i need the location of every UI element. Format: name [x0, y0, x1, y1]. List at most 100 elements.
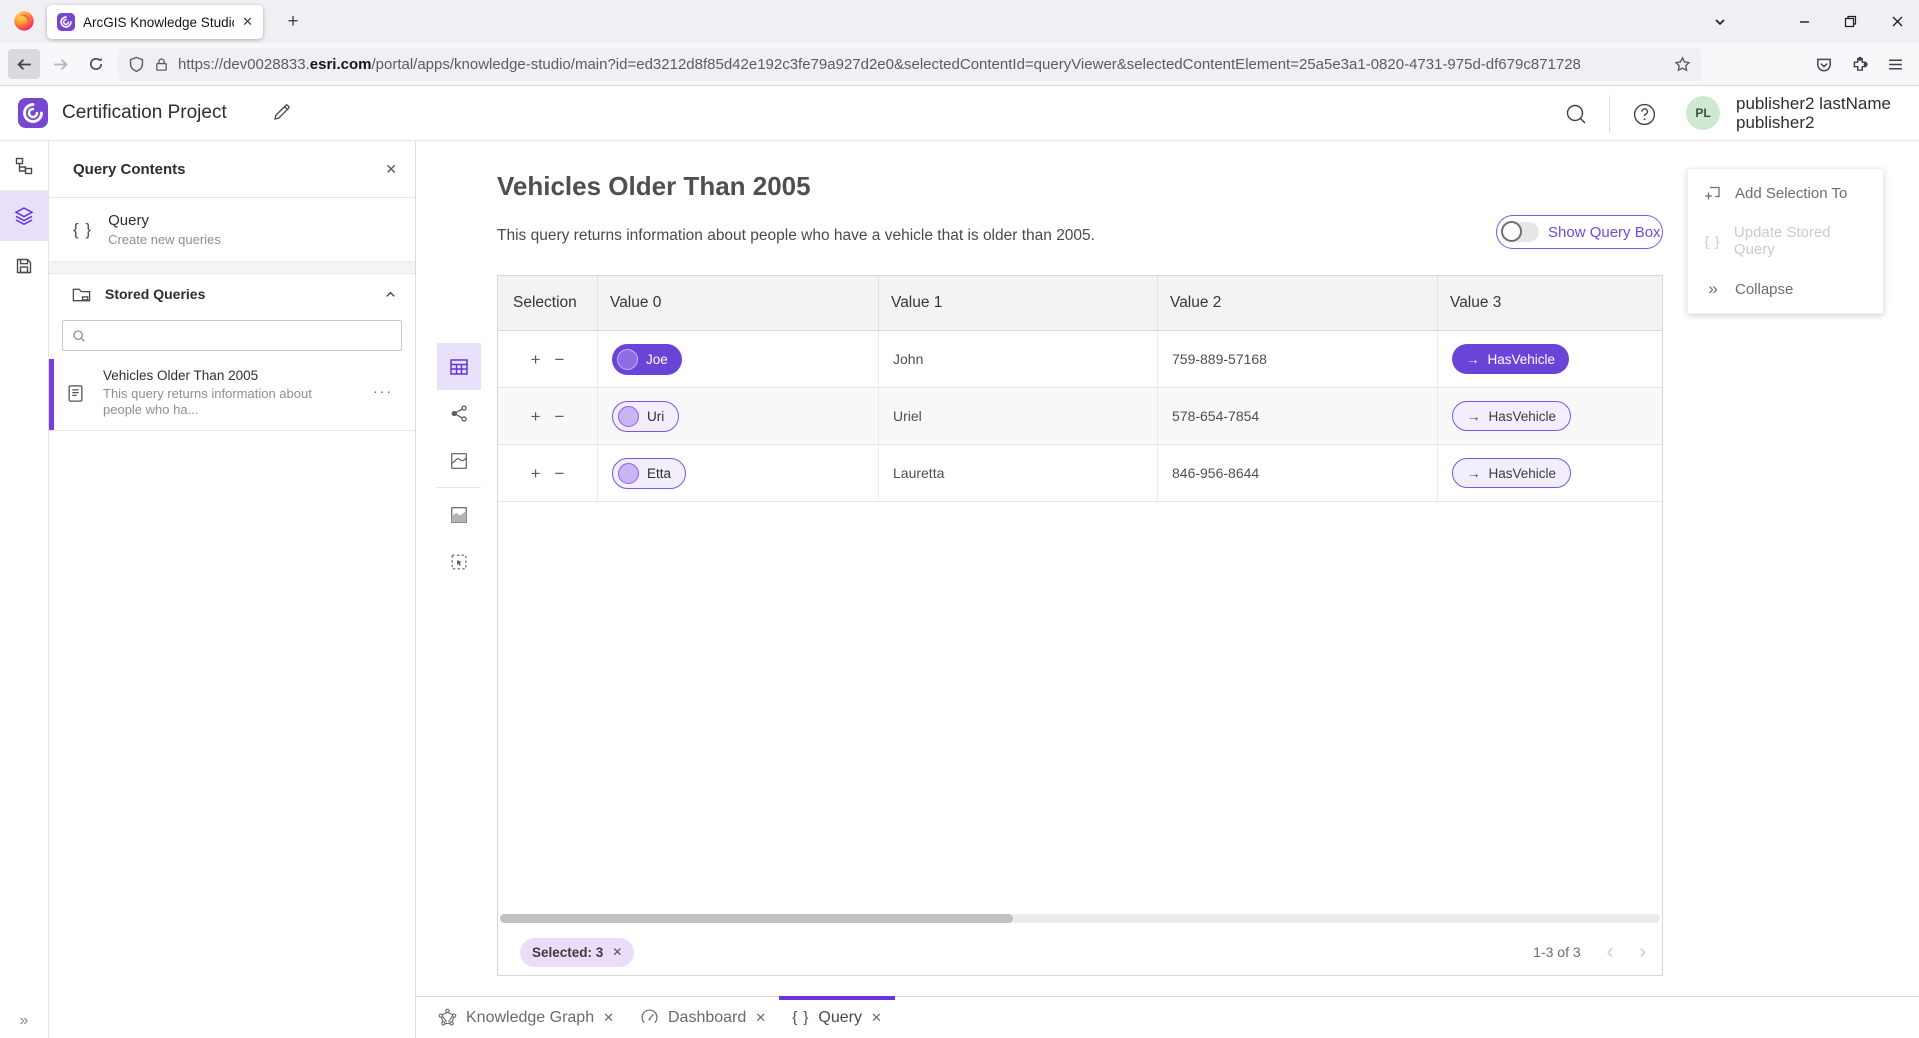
user-name[interactable]: publisher2 lastName publisher2 [1736, 94, 1891, 132]
column-header-value0[interactable]: Value 0 [598, 276, 879, 330]
toggle-track[interactable] [1502, 222, 1539, 242]
entity-cell: Joe [598, 331, 879, 387]
entity-pill[interactable]: Etta [612, 458, 686, 489]
link-chart-view-button[interactable] [437, 390, 481, 437]
scrollbar-thumb[interactable] [500, 914, 1013, 923]
column-header-selection[interactable]: Selection [498, 276, 598, 330]
reload-button[interactable] [80, 49, 112, 79]
remove-selection-icon[interactable]: − [555, 465, 565, 482]
help-icon[interactable] [1631, 101, 1657, 127]
selection-cell: + − [498, 331, 598, 387]
app-header: Certification Project PL publisher2 last… [0, 86, 1919, 141]
stored-queries-search[interactable] [62, 320, 402, 351]
column-header-value2[interactable]: Value 2 [1158, 276, 1438, 330]
window-restore-button[interactable] [1835, 9, 1865, 34]
content-tab-bar: Knowledge Graph ✕ Dashboard ✕ { } Query … [416, 996, 1919, 1038]
user-avatar[interactable]: PL [1686, 96, 1720, 130]
shield-icon[interactable] [128, 56, 145, 73]
menu-item-add-selection-to[interactable]: Add Selection To [1688, 169, 1883, 217]
bookmark-star-icon[interactable] [1674, 56, 1691, 73]
add-selection-icon[interactable]: + [531, 465, 541, 482]
clear-selection-icon[interactable]: ✕ [612, 945, 622, 959]
selected-count-label: Selected: 3 [532, 945, 603, 960]
chevron-up-icon[interactable] [384, 288, 397, 301]
stored-queries-header[interactable]: Stored Queries [49, 274, 415, 314]
query-list-item[interactable]: { } Query Create new queries [49, 198, 415, 262]
stored-query-item[interactable]: Vehicles Older Than 2005 This query retu… [49, 359, 415, 431]
entity-pill[interactable]: Uri [612, 401, 679, 432]
table-row[interactable]: + − Uri Uriel 578-654-7854 → HasVehicle [498, 388, 1662, 445]
panel-title: Query Contents [73, 161, 385, 178]
pocket-icon[interactable] [1810, 51, 1837, 78]
remove-selection-icon[interactable]: − [555, 351, 565, 368]
show-query-box-toggle[interactable]: Show Query Box [1496, 215, 1663, 249]
rail-item-contents[interactable] [0, 191, 48, 241]
new-tab-button[interactable]: + [280, 9, 306, 35]
tab-close-icon[interactable]: ✕ [871, 1010, 882, 1026]
edit-title-pencil-icon[interactable] [272, 103, 291, 122]
tab-knowledge-graph[interactable]: Knowledge Graph ✕ [425, 997, 627, 1038]
toggle-knob[interactable] [1501, 221, 1522, 242]
tab-query[interactable]: { } Query ✕ [779, 997, 895, 1038]
back-button[interactable] [8, 49, 40, 79]
remove-selection-icon[interactable]: − [555, 408, 565, 425]
forward-button[interactable] [44, 49, 76, 79]
rail-item-save[interactable] [0, 241, 48, 291]
expand-rail-chevrons[interactable]: » [0, 1012, 48, 1030]
url-text[interactable]: https://dev0028833.esri.com/portal/apps/… [178, 56, 1665, 73]
relationship-pill[interactable]: → HasVehicle [1452, 458, 1571, 488]
add-selection-icon[interactable]: + [531, 351, 541, 368]
table-row[interactable]: + − Joe John 759-889-57168 → HasVehicle [498, 331, 1662, 388]
tab-dashboard[interactable]: Dashboard ✕ [627, 997, 779, 1038]
extensions-puzzle-icon[interactable] [1846, 51, 1873, 78]
tab-close-icon[interactable]: ✕ [242, 14, 253, 30]
menu-item-update-stored-query[interactable]: { } Update Stored Query [1688, 217, 1883, 265]
add-to-map-button[interactable] [437, 491, 481, 538]
stored-query-options-icon[interactable]: ··· [373, 383, 393, 399]
selection-cell: + − [498, 445, 598, 501]
name-cell: Uriel [879, 388, 1158, 444]
query-contents-panel: Query Contents ✕ { } Query Create new qu… [49, 141, 416, 1038]
next-page-icon[interactable]: › [1639, 942, 1646, 962]
rail-item-data-model[interactable] [0, 141, 48, 191]
add-selection-icon[interactable]: + [531, 408, 541, 425]
relationship-pill[interactable]: → HasVehicle [1452, 401, 1571, 431]
arrow-right-icon: → [1467, 409, 1481, 424]
map-view-button[interactable] [437, 437, 481, 484]
tab-label: Knowledge Graph [466, 1009, 594, 1027]
entity-label: Uri [647, 409, 664, 424]
tab-close-icon[interactable]: ✕ [755, 1010, 766, 1026]
entity-dot-icon [618, 463, 639, 484]
tab-close-icon[interactable]: ✕ [603, 1010, 614, 1026]
horizontal-scrollbar[interactable] [500, 914, 1660, 923]
column-header-value1[interactable]: Value 1 [879, 276, 1158, 330]
entity-dot-icon [618, 406, 639, 427]
search-icon[interactable] [1563, 101, 1589, 127]
panel-close-icon[interactable]: ✕ [385, 161, 397, 178]
window-minimize-button[interactable] [1789, 9, 1819, 34]
entity-label: Joe [646, 352, 668, 367]
table-footer: Selected: 3 ✕ 1-3 of 3 ‹ › [498, 929, 1662, 975]
table-view-button[interactable] [437, 343, 481, 390]
lock-icon[interactable] [154, 57, 169, 72]
query-item-title: Query [108, 212, 221, 229]
menu-label: Collapse [1735, 281, 1793, 298]
search-input[interactable] [94, 328, 392, 343]
firefox-icon[interactable] [13, 10, 35, 32]
hamburger-menu-icon[interactable] [1882, 51, 1909, 78]
relationship-cell: → HasVehicle [1438, 331, 1662, 387]
url-bar[interactable]: https://dev0028833.esri.com/portal/apps/… [118, 48, 1701, 81]
entity-pill[interactable]: Joe [612, 344, 682, 375]
previous-page-icon[interactable]: ‹ [1607, 942, 1614, 962]
window-close-button[interactable] [1882, 9, 1912, 34]
column-header-value3[interactable]: Value 3 [1438, 276, 1662, 330]
relationship-pill[interactable]: → HasVehicle [1452, 344, 1569, 374]
menu-item-collapse[interactable]: » Collapse [1688, 265, 1883, 313]
braces-icon: { } [1704, 233, 1721, 249]
browser-tab[interactable]: ArcGIS Knowledge Studio ✕ [47, 5, 263, 39]
selection-tool-button[interactable] [437, 538, 481, 585]
selected-count-chip[interactable]: Selected: 3 ✕ [520, 938, 634, 967]
table-row[interactable]: + − Etta Lauretta 846-956-8644 → HasVehi… [498, 445, 1662, 502]
tab-list-chevron-icon[interactable] [1705, 9, 1735, 34]
panel-header: Query Contents ✕ [49, 141, 415, 198]
